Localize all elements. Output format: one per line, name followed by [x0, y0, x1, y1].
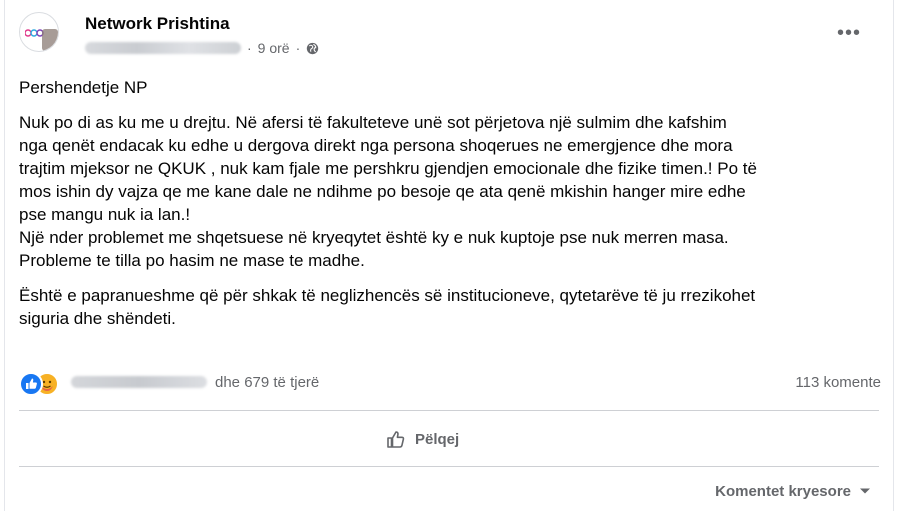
comment-sort-dropdown[interactable]: Komentet kryesore — [715, 480, 871, 502]
page-avatar[interactable] — [19, 12, 59, 52]
globe-icon — [307, 42, 319, 54]
post-body: Pershendetje NP Nuk po di as ku me u dre… — [19, 76, 883, 330]
reactions-summary: dhe 679 të tjerë 113 komente — [19, 370, 881, 396]
post-line: Nuk po di as ku me u drejtu. Në afersi t… — [19, 113, 727, 132]
blurred-author-name — [85, 42, 241, 54]
reactions-others-count[interactable]: dhe 679 të tjerë — [215, 374, 319, 391]
page-name[interactable]: Network Prishtina — [85, 14, 230, 34]
comments-count[interactable]: 113 komente — [795, 374, 881, 391]
more-options-icon[interactable]: ••• — [835, 23, 863, 44]
reaction-icons[interactable] — [19, 371, 59, 396]
post-line: Probleme te tilla po hasim ne mase te ma… — [19, 251, 365, 270]
like-button[interactable]: Pëlqej — [385, 424, 459, 454]
post-line: nga qenët endacak ku edhe u dergova dire… — [19, 136, 733, 155]
chevron-down-icon — [860, 488, 870, 494]
profile-photo-badge — [42, 29, 58, 51]
blurred-reactor-names — [71, 376, 207, 388]
post-closing-line: Është e papranueshme që për shkak të neg… — [19, 286, 756, 305]
post-card: Network Prishtina · 9 orë · ••• Pershend… — [4, 0, 894, 511]
post-line: mos ishin dy vajza qe me kane dale ne nd… — [19, 182, 746, 201]
divider — [19, 466, 879, 467]
post-line: pse mangu nuk ia lan.! — [19, 205, 191, 224]
post-line: Një nder problemet me shqetsuese në krye… — [19, 228, 729, 247]
post-line: trajtim mjeksor ne QKUK , nuk kam fjale … — [19, 159, 757, 178]
like-reaction-icon — [19, 372, 43, 396]
post-greeting: Pershendetje NP — [19, 78, 148, 97]
post-meta: · 9 orë · — [85, 39, 319, 57]
like-button-label: Pëlqej — [415, 430, 460, 448]
post-time[interactable]: 9 orë — [258, 40, 290, 56]
comment-sort-label: Komentet kryesore — [715, 482, 851, 500]
post-header: Network Prishtina · 9 orë · ••• — [19, 12, 879, 64]
thumbs-up-icon — [387, 431, 405, 448]
divider — [19, 410, 879, 411]
post-closing-line: siguria dhe shëndeti. — [19, 309, 176, 328]
meta-separator: · — [295, 40, 301, 56]
meta-separator: · — [247, 40, 252, 56]
